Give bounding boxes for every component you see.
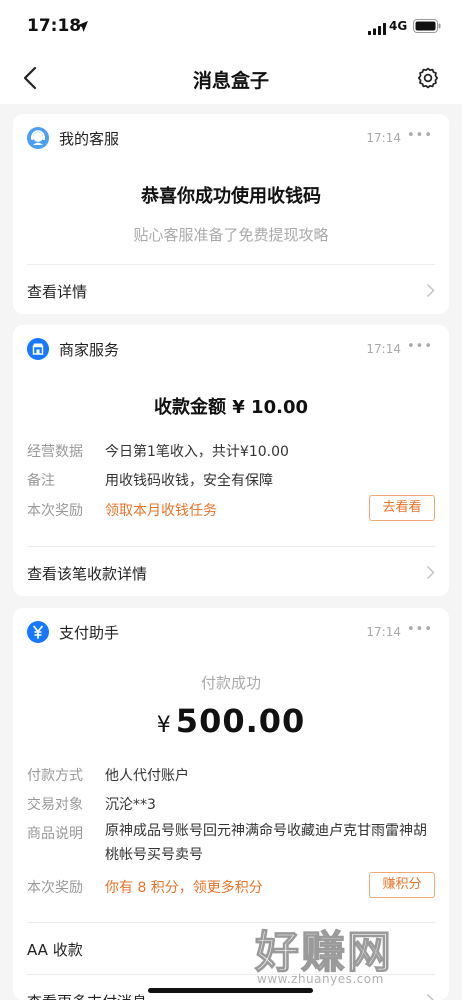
card-time: 17:14 — [366, 131, 401, 145]
row-label: 经营数据 — [27, 444, 83, 460]
message-title: 恭喜你成功使用收钱码 — [141, 186, 321, 207]
card-header: 支付助手 17:14 ••• — [13, 608, 449, 654]
link-label: AA 收款 — [27, 941, 83, 959]
link-label: 查看更多支付消息 — [27, 991, 147, 1000]
home-indicator[interactable] — [148, 988, 313, 993]
card-time: 17:14 — [366, 342, 401, 356]
row-label: 本次奖励 — [27, 880, 83, 896]
watermark-url: www.zhuanyes.com — [257, 972, 384, 986]
payment-amount: ¥ 500.00 — [13, 702, 449, 740]
watermark-text: 好赚网 — [254, 926, 393, 978]
row-label: 商品说明 — [27, 826, 83, 842]
page-title: 消息盒子 — [192, 70, 269, 92]
go-see-button[interactable]: 去看看 — [369, 495, 435, 521]
message-subtitle: 贴心客服准备了免费提现攻略 — [133, 226, 329, 244]
nav-bar: 消息盒子 — [0, 52, 462, 104]
more-icon[interactable]: ••• — [407, 128, 433, 143]
service-message-card: 我的客服 17:14 ••• 恭喜你成功使用收钱码 贴心客服准备了免费提现攻略 … — [13, 114, 449, 314]
row-label: 备注 — [27, 473, 55, 489]
more-icon[interactable]: ••• — [407, 622, 433, 637]
link-label: 查看该笔收款详情 — [27, 565, 148, 583]
row-label: 交易对象 — [27, 797, 83, 813]
more-icon[interactable]: ••• — [407, 339, 433, 354]
watermark: 好赚网 www.zhuanyes.com — [254, 916, 445, 994]
row-value: 用收钱码收钱，安全有保障 — [105, 473, 273, 489]
payment-details-link[interactable]: 查看该笔收款详情 — [13, 547, 449, 596]
link-label: 查看详情 — [27, 283, 88, 301]
view-details-link[interactable]: 查看详情 — [13, 265, 449, 314]
card-source-name: 商家服务 — [59, 341, 120, 359]
yen-icon — [27, 621, 49, 643]
cellular-signal-icon — [368, 20, 386, 39]
amount-value: 500.00 — [175, 702, 306, 740]
merchant-message-card: 商家服务 17:14 ••• 收款金额 ¥ 10.00 经营数据 今日第1笔收入… — [13, 325, 449, 596]
row-label: 本次奖励 — [27, 503, 83, 519]
status-time: 17:18 — [27, 16, 82, 36]
earn-points-button[interactable]: 赚积分 — [369, 872, 435, 898]
store-icon — [27, 338, 49, 360]
payment-status: 付款成功 — [200, 674, 261, 692]
chevron-right-icon — [426, 565, 435, 584]
row-value: 他人代付账户 — [105, 768, 189, 784]
card-time: 17:14 — [366, 625, 401, 639]
row-value: 原神成品号账号回元神满命号收藏迪卢克甘雨雷神胡桃帐号买号卖号 — [105, 823, 427, 863]
card-source-name: 支付助手 — [59, 624, 120, 642]
row-label: 付款方式 — [27, 768, 83, 784]
card-header: 我的客服 17:14 ••• — [13, 114, 449, 160]
network-type: 4G — [389, 19, 408, 33]
currency-symbol: ¥ — [156, 713, 171, 738]
reward-text: 你有 8 积分，领更多积分 — [105, 880, 263, 896]
customer-service-icon — [27, 127, 49, 149]
amount-title: 收款金额 ¥ 10.00 — [154, 397, 308, 418]
row-value: 今日第1笔收入，共计¥10.00 — [105, 444, 289, 460]
chevron-right-icon — [426, 283, 435, 302]
card-source-name: 我的客服 — [59, 130, 120, 148]
battery-icon — [413, 18, 441, 37]
location-arrow-icon — [76, 18, 89, 37]
status-bar: 17:18 4G — [0, 0, 462, 52]
gear-icon[interactable] — [416, 66, 440, 94]
card-header: 商家服务 17:14 ••• — [13, 325, 449, 371]
chevron-right-icon — [426, 993, 435, 1000]
row-value: 沉沦**3 — [105, 797, 156, 813]
reward-text: 领取本月收钱任务 — [105, 503, 217, 519]
